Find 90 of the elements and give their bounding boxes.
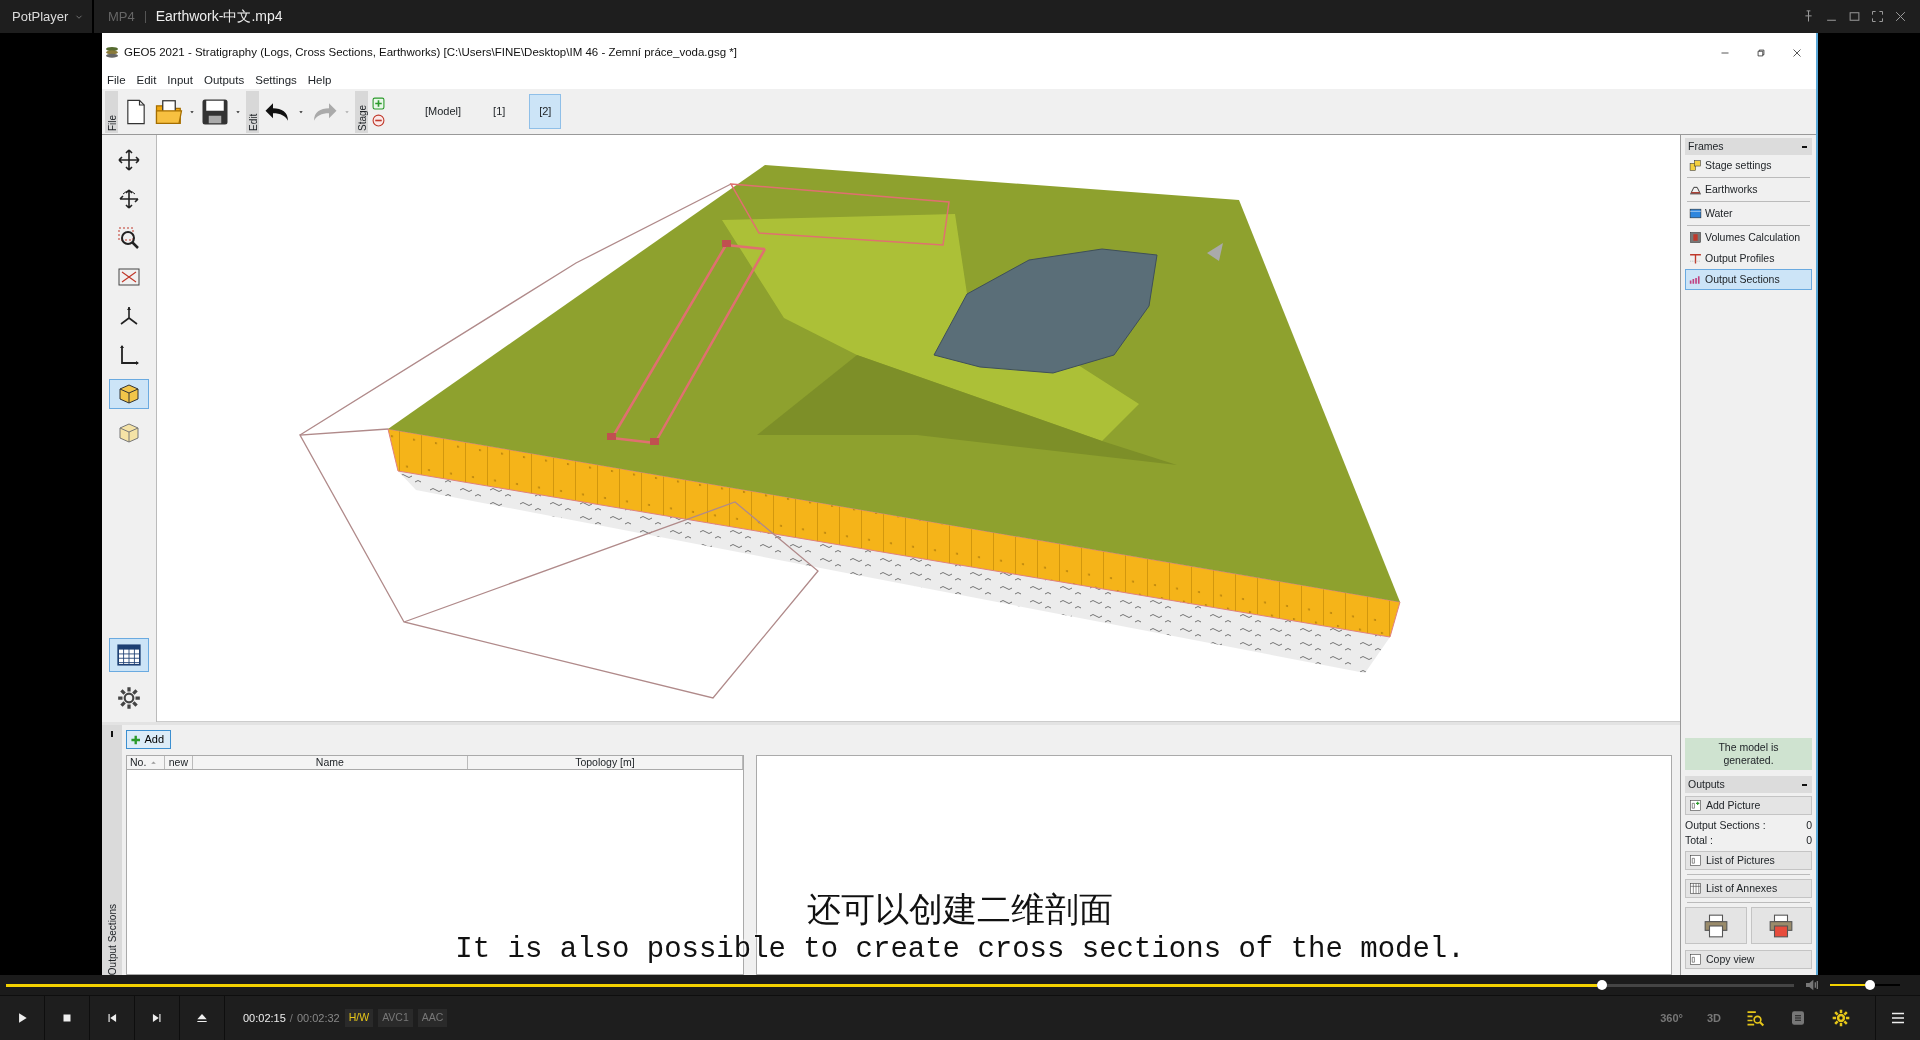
volume-thumb[interactable] [1865, 980, 1875, 990]
print-pdf-button[interactable] [1750, 907, 1812, 944]
wireframe-cube-icon [117, 421, 141, 445]
view-mode-button[interactable]: 3D [1706, 1009, 1721, 1027]
volume-icon[interactable] [1804, 977, 1820, 993]
playlist-search-icon[interactable] [1745, 1008, 1765, 1028]
count-value: 0 [1806, 832, 1812, 848]
close-icon[interactable] [1893, 9, 1908, 24]
column-header[interactable]: new [164, 756, 193, 769]
picture-icon [1689, 854, 1702, 867]
column-header[interactable]: No. [127, 756, 165, 769]
frame-item[interactable]: Earthworks [1685, 179, 1812, 200]
menu-item[interactable]: File [107, 71, 126, 90]
settings-icon[interactable] [1831, 1008, 1851, 1028]
print-button[interactable] [1685, 907, 1747, 944]
copy-view-button[interactable]: Copy view [1685, 950, 1812, 969]
list-of-pictures-button[interactable]: List of Pictures [1685, 851, 1812, 870]
stage-tab[interactable]: [2] [529, 94, 562, 129]
format-label: MP4 [108, 7, 135, 26]
frame-item[interactable]: Stage settings [1685, 155, 1812, 176]
frame-item[interactable]: Output Sections [1685, 269, 1812, 290]
menu-item[interactable]: Input [167, 71, 193, 90]
fullscreen-icon[interactable] [1870, 9, 1885, 24]
stage-settings-icon [1689, 159, 1702, 172]
picture-icon [1689, 882, 1702, 895]
panel-handle-icon[interactable] [111, 731, 113, 737]
add-picture-button[interactable]: Add Picture [1685, 796, 1812, 815]
subtitle-text: 还可以创建二维剖面 [807, 888, 1113, 931]
axes-2d-icon [117, 343, 141, 367]
toolbar-group-label: File [105, 90, 118, 133]
stage-tab[interactable]: [1] [485, 94, 514, 129]
cube-tool[interactable] [109, 379, 149, 409]
status-message: The model is generated. [1685, 738, 1812, 770]
fit-view-icon [117, 265, 141, 289]
frame-item[interactable]: Water [1685, 203, 1812, 224]
subtitle-text: It is also possible to create cross sections of the model. [455, 932, 1465, 968]
codec-badge[interactable]: H/W [344, 1009, 374, 1027]
elapsed-time: 00:02:15 [243, 1010, 286, 1026]
printer-icon [1768, 912, 1795, 939]
menu-item[interactable]: Outputs [203, 71, 245, 90]
total-duration: 00:02:32 [296, 1010, 340, 1026]
remove-stage-icon[interactable] [372, 113, 385, 127]
settings-icon [116, 685, 142, 711]
time-separator: / [289, 1010, 293, 1026]
column-header[interactable]: Name [192, 756, 468, 769]
move-icon [117, 148, 141, 172]
frame-item[interactable]: Volumes Calculation [1685, 227, 1812, 248]
count-value: 0 [1806, 817, 1812, 833]
app-name: PotPlayer [12, 7, 69, 26]
column-header[interactable]: Topology [m] [467, 756, 743, 769]
frame-item[interactable]: Output Profiles [1685, 248, 1812, 269]
plus-icon [130, 733, 142, 746]
water-icon [1689, 207, 1702, 220]
eject-icon [195, 1011, 209, 1025]
count-label: Total : [1685, 832, 1713, 848]
toolbar-group-label: Stage [355, 90, 368, 133]
panel-title: Outputs [1688, 776, 1725, 792]
view-mode-button[interactable]: 360° [1660, 1009, 1683, 1027]
menu-item[interactable]: Help [307, 71, 332, 90]
sort-arrow-icon [149, 758, 159, 767]
volumes-icon [1689, 231, 1702, 244]
table-tool[interactable] [109, 638, 149, 672]
table-icon [116, 642, 142, 668]
video-title: Earthwork-中文.mp4 [155, 7, 283, 26]
picture-icon [1689, 953, 1702, 966]
collapse-icon[interactable] [1802, 783, 1807, 786]
picture-icon [1689, 799, 1702, 812]
list-of-annexes-button[interactable]: List of Annexes [1685, 879, 1812, 898]
toolbar-group-label: Edit [246, 90, 259, 133]
stage-tab[interactable]: [Model] [417, 94, 470, 129]
panel-title: Frames [1688, 138, 1724, 154]
profile-icon [1689, 252, 1702, 265]
menu-item[interactable]: Edit [136, 71, 157, 90]
maximize-icon[interactable] [1847, 9, 1862, 24]
app-menu-button[interactable]: PotPlayer [0, 0, 92, 33]
add-button[interactable]: Add [126, 730, 171, 749]
document-icon[interactable] [1789, 1009, 1807, 1027]
add-stage-icon[interactable] [372, 96, 385, 110]
sections-icon [1689, 273, 1702, 286]
layers-logo-icon [104, 44, 120, 61]
next-icon [150, 1011, 164, 1025]
printer-icon [1702, 912, 1729, 939]
cube-icon [117, 382, 141, 406]
collapse-icon[interactable] [1802, 145, 1807, 148]
count-label: Output Sections : [1685, 817, 1766, 833]
zoom-icon [117, 226, 141, 250]
seek-thumb[interactable] [1597, 979, 1608, 990]
rotate-icon [117, 187, 141, 211]
window-title: GEO5 2021 - Stratigraphy (Logs, Cross Sections, Earthworks) [C:\Users\FINE\Desktop\IM 46 - Zemní práce_voda.gsg *] [124, 44, 737, 60]
menu-item[interactable]: Settings [255, 71, 297, 90]
